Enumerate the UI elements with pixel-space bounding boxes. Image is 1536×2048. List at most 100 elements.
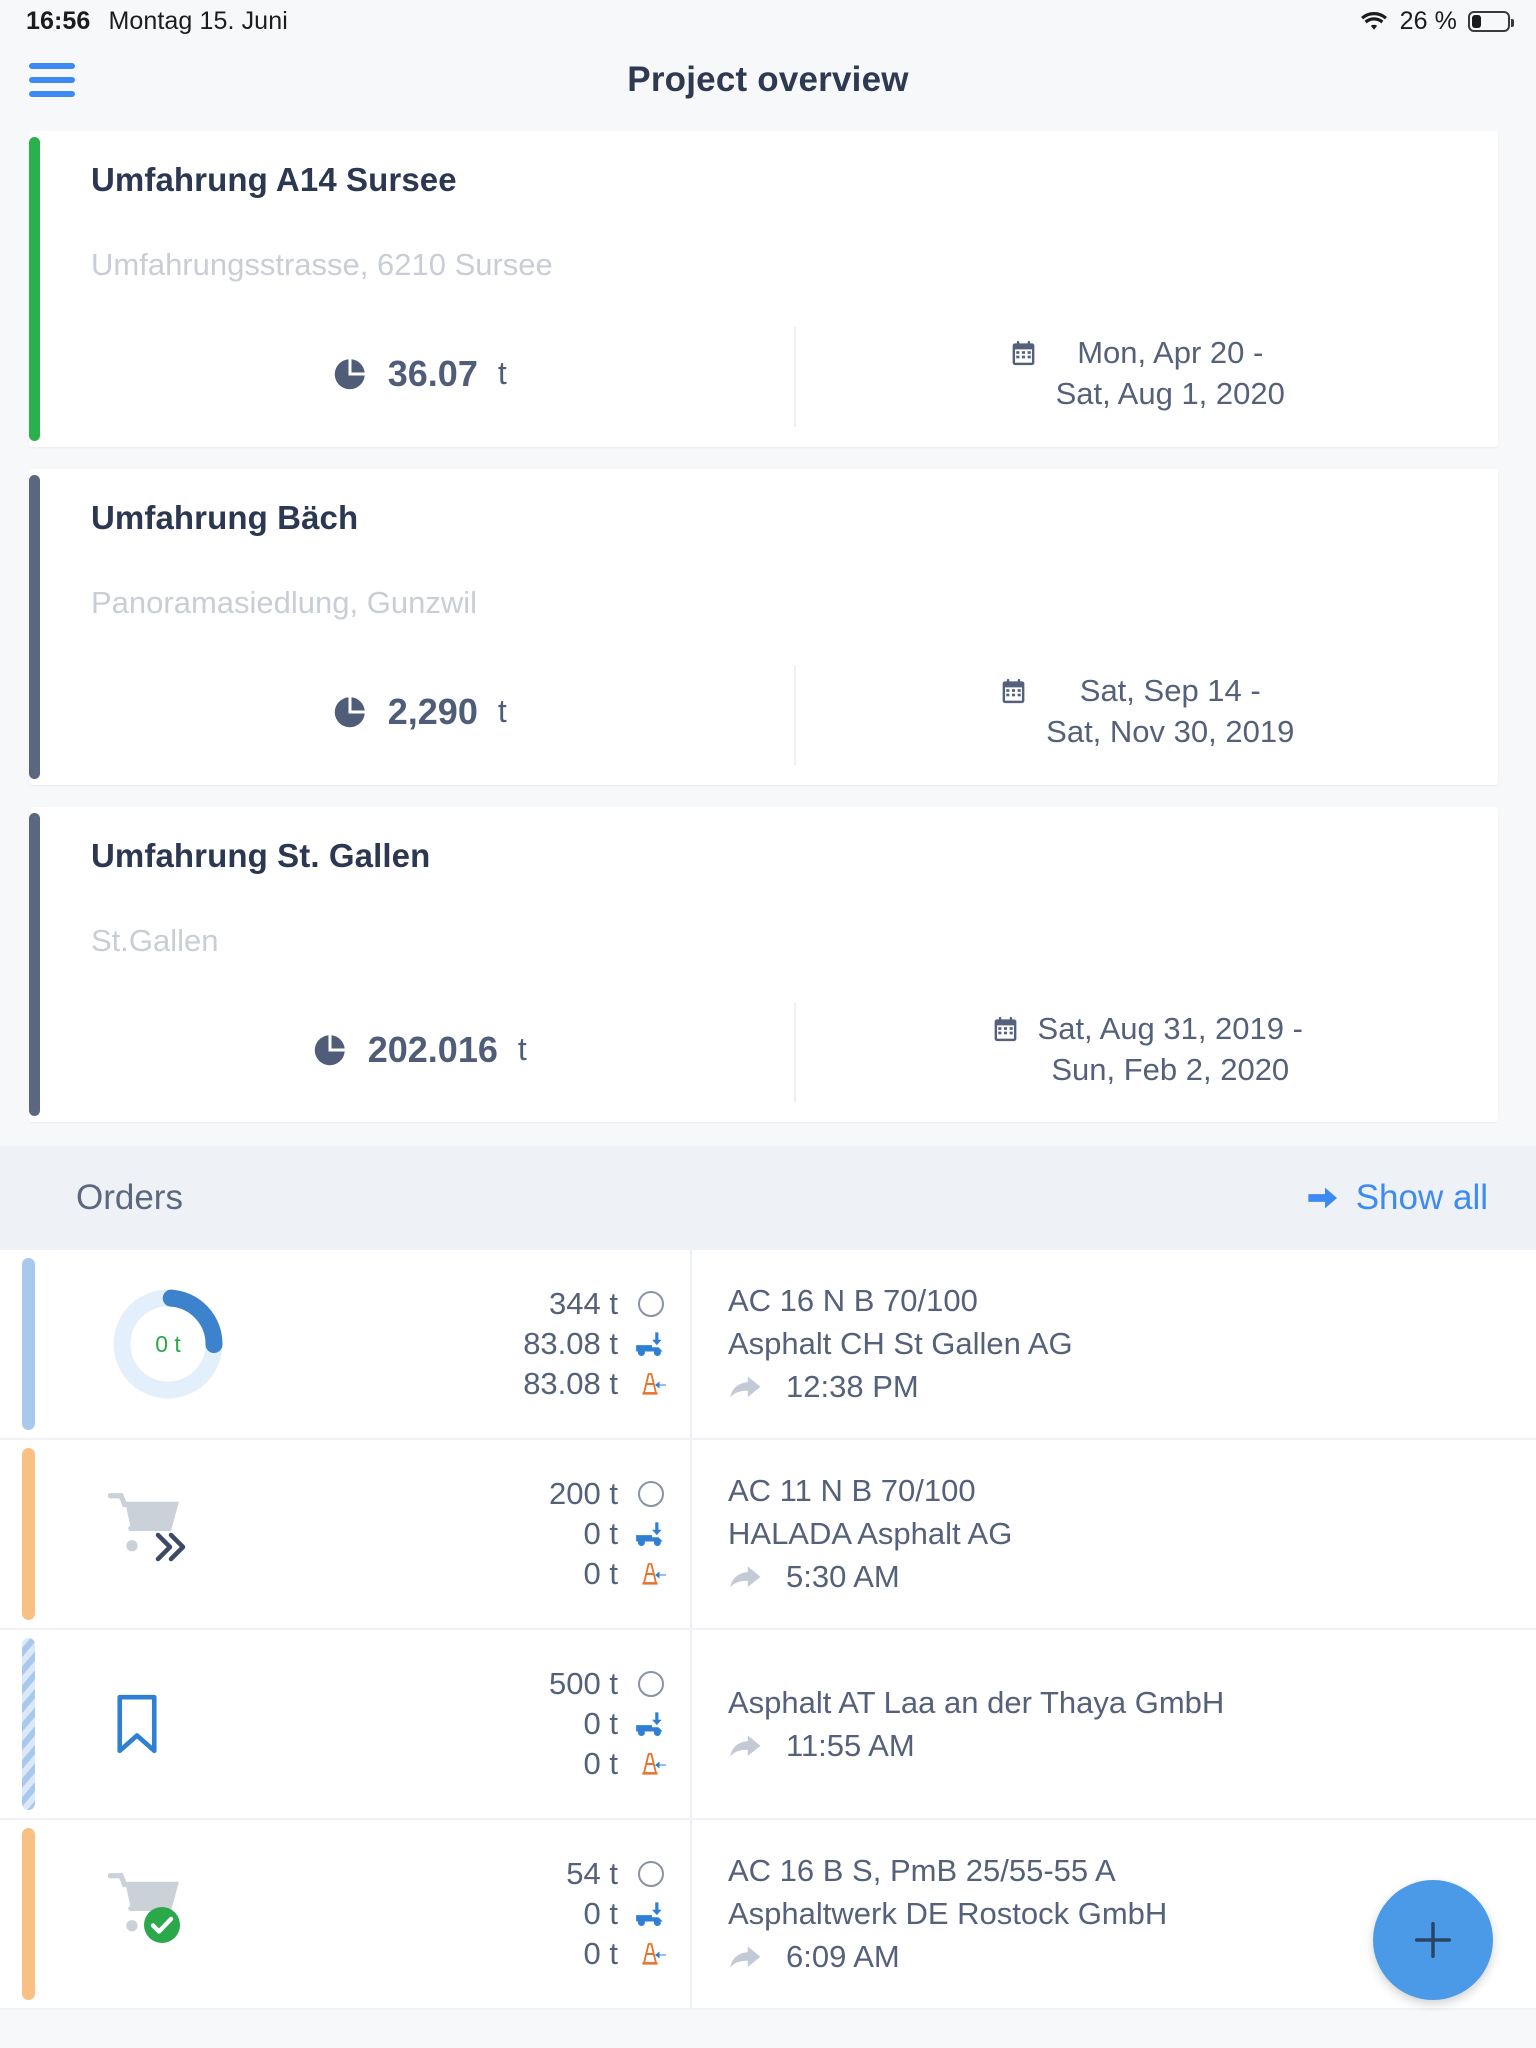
project-date-row: Sat, Aug 31, 2019 - Sun, Feb 2, 2020 bbox=[991, 1009, 1303, 1091]
order-supplier: Asphalt AT Laa an der Thaya GmbH bbox=[728, 1684, 1225, 1720]
donut-label: 0 t bbox=[155, 1330, 181, 1357]
order-time: 5:30 AM bbox=[786, 1559, 900, 1595]
order-amount-ordered: 54 t bbox=[566, 1856, 668, 1892]
order-time: 6:09 AM bbox=[786, 1939, 900, 1975]
project-card[interactable]: Umfahrung A14 Sursee Umfahrungsstrasse, … bbox=[29, 131, 1498, 447]
project-tonnage: 2,290 t bbox=[332, 691, 507, 733]
project-card[interactable]: Umfahrung St. Gallen St.Gallen 202.016 t bbox=[29, 806, 1498, 1123]
bookmark-icon bbox=[117, 1695, 157, 1754]
project-date-end: Sun, Feb 2, 2020 bbox=[1051, 1051, 1290, 1087]
share-arrow-icon bbox=[730, 1566, 761, 1588]
hamburger-menu-icon[interactable] bbox=[29, 63, 75, 97]
order-marker: 0 t bbox=[96, 1286, 296, 1402]
project-name: Umfahrung A14 Sursee bbox=[91, 161, 457, 198]
double-chevron-right-icon bbox=[155, 1533, 186, 1562]
order-ordered-value: 344 t bbox=[549, 1286, 618, 1322]
order-row[interactable]: 500 t 0 t 0 t Asphalt AT Laa an der Thay… bbox=[0, 1630, 1536, 1821]
order-amount-ordered: 200 t bbox=[549, 1476, 668, 1512]
project-tonnage-value: 2,290 bbox=[387, 690, 478, 732]
truck-icon bbox=[634, 1899, 668, 1929]
order-delivered-value: 0 t bbox=[583, 1516, 618, 1552]
project-stats: 2,290 t Sat, Sep 14 - Sat, Nov 30, 2019 bbox=[91, 664, 1499, 765]
order-time-row: 11:55 AM bbox=[728, 1728, 1536, 1764]
project-date-col: Sat, Sep 14 - Sat, Nov 30, 2019 bbox=[793, 664, 1499, 765]
cart-check-icon bbox=[108, 1871, 200, 1957]
project-date-text: Mon, Apr 20 - Sat, Aug 1, 2020 bbox=[1056, 333, 1285, 415]
project-card-body: Umfahrung Bäch Panoramasiedlung, Gunzwil… bbox=[29, 469, 1498, 785]
project-date-end: Sat, Aug 1, 2020 bbox=[1055, 375, 1285, 411]
project-date-text: Sat, Aug 31, 2019 - Sun, Feb 2, 2020 bbox=[1038, 1009, 1303, 1091]
order-amounts: 54 t 0 t 0 t bbox=[566, 1856, 690, 1972]
order-amount-delivered: 83.08 t bbox=[523, 1326, 668, 1362]
project-date-row: Sat, Sep 14 - Sat, Nov 30, 2019 bbox=[999, 671, 1294, 753]
share-arrow-icon bbox=[730, 1735, 761, 1757]
project-tonnage-unit: t bbox=[497, 693, 507, 730]
pie-chart-icon bbox=[314, 1034, 345, 1065]
order-amount-installed: 0 t bbox=[549, 1556, 668, 1592]
battery-percent-label: 26 % bbox=[1399, 6, 1457, 35]
navigation-bar: Project overview bbox=[0, 42, 1536, 118]
order-right: Asphalt AT Laa an der Thaya GmbH 11:55 A… bbox=[690, 1630, 1536, 1819]
traffic-cone-icon bbox=[634, 1559, 668, 1589]
status-bar-left: 16:56 Montag 15. Juni bbox=[26, 7, 288, 36]
calendar-icon bbox=[1002, 678, 1025, 703]
order-marker bbox=[96, 1693, 296, 1755]
order-supplier: HALADA Asphalt AG bbox=[728, 1516, 1013, 1552]
order-installed-value: 0 t bbox=[583, 1746, 618, 1782]
project-card[interactable]: Umfahrung Bäch Panoramasiedlung, Gunzwil… bbox=[29, 468, 1498, 785]
circle-outline-icon bbox=[634, 1479, 668, 1509]
order-time: 11:55 AM bbox=[786, 1727, 915, 1763]
arrow-right-icon bbox=[1308, 1188, 1337, 1209]
order-ordered-value: 200 t bbox=[549, 1476, 618, 1512]
order-row[interactable]: 0 t 344 t 83.08 t 83.08 t AC 16 N B 70/1… bbox=[0, 1250, 1536, 1441]
project-date-col: Mon, Apr 20 - Sat, Aug 1, 2020 bbox=[793, 327, 1499, 427]
battery-icon bbox=[1468, 10, 1514, 32]
order-amount-ordered: 344 t bbox=[523, 1286, 668, 1322]
order-row[interactable]: 54 t 0 t 0 t AC 16 B S, PmB 25/55-55 A A… bbox=[0, 1820, 1536, 2011]
project-address: Umfahrungsstrasse, 6210 Sursee bbox=[91, 247, 553, 282]
order-amount-delivered: 0 t bbox=[566, 1896, 668, 1932]
project-tonnage-value: 202.016 bbox=[367, 1028, 498, 1070]
order-installed-value: 0 t bbox=[583, 1936, 618, 1972]
order-left: 500 t 0 t 0 t bbox=[0, 1630, 690, 1818]
order-row[interactable]: 200 t 0 t 0 t AC 11 N B 70/100 HALADA As… bbox=[0, 1440, 1536, 1631]
show-all-button[interactable]: Show all bbox=[1305, 1178, 1488, 1218]
truck-icon bbox=[634, 1329, 668, 1359]
order-time-row: 5:30 AM bbox=[728, 1559, 1536, 1595]
order-marker bbox=[96, 1871, 296, 1957]
order-time: 12:38 PM bbox=[786, 1369, 919, 1405]
project-card-body: Umfahrung St. Gallen St.Gallen 202.016 t bbox=[29, 807, 1498, 1123]
order-amount-installed: 0 t bbox=[549, 1746, 668, 1782]
order-left: 0 t 344 t 83.08 t 83.08 t bbox=[0, 1250, 690, 1438]
traffic-cone-icon bbox=[634, 1369, 668, 1399]
order-product: AC 16 N B 70/100 bbox=[728, 1283, 978, 1319]
calendar-icon bbox=[1012, 340, 1034, 366]
check-circle-icon bbox=[144, 1907, 180, 1944]
project-tonnage: 202.016 t bbox=[312, 1029, 527, 1071]
share-arrow-icon bbox=[730, 1376, 761, 1398]
order-ordered-value: 500 t bbox=[549, 1666, 618, 1702]
order-installed-value: 0 t bbox=[583, 1556, 618, 1592]
plus-icon bbox=[1414, 1921, 1452, 1959]
order-amount-delivered: 0 t bbox=[549, 1516, 668, 1552]
project-accent-bar bbox=[29, 812, 40, 1117]
project-date-start: Mon, Apr 20 - bbox=[1077, 335, 1264, 370]
order-amount-installed: 0 t bbox=[566, 1936, 668, 1972]
order-product: AC 11 N B 70/100 bbox=[728, 1473, 976, 1509]
traffic-cone-icon bbox=[634, 1749, 668, 1779]
project-tonnage-unit: t bbox=[517, 1031, 527, 1068]
project-date-col: Sat, Aug 31, 2019 - Sun, Feb 2, 2020 bbox=[793, 1002, 1499, 1103]
cart-forward-icon bbox=[108, 1491, 200, 1577]
project-tonnage-col: 2,290 t bbox=[91, 665, 794, 765]
project-tonnage-unit: t bbox=[497, 355, 507, 392]
order-right: AC 11 N B 70/100 HALADA Asphalt AG 5:30 … bbox=[690, 1440, 1536, 1629]
status-date: Montag 15. Juni bbox=[108, 6, 288, 35]
project-accent-bar bbox=[29, 474, 40, 779]
add-button[interactable] bbox=[1373, 1880, 1493, 2000]
project-address: St.Gallen bbox=[91, 922, 219, 958]
order-delivered-value: 83.08 t bbox=[523, 1326, 618, 1362]
order-amounts: 344 t 83.08 t 83.08 t bbox=[523, 1286, 690, 1402]
truck-icon bbox=[634, 1709, 668, 1739]
order-right: AC 16 N B 70/100 Asphalt CH St Gallen AG… bbox=[690, 1250, 1536, 1439]
pie-chart-icon bbox=[334, 697, 365, 727]
